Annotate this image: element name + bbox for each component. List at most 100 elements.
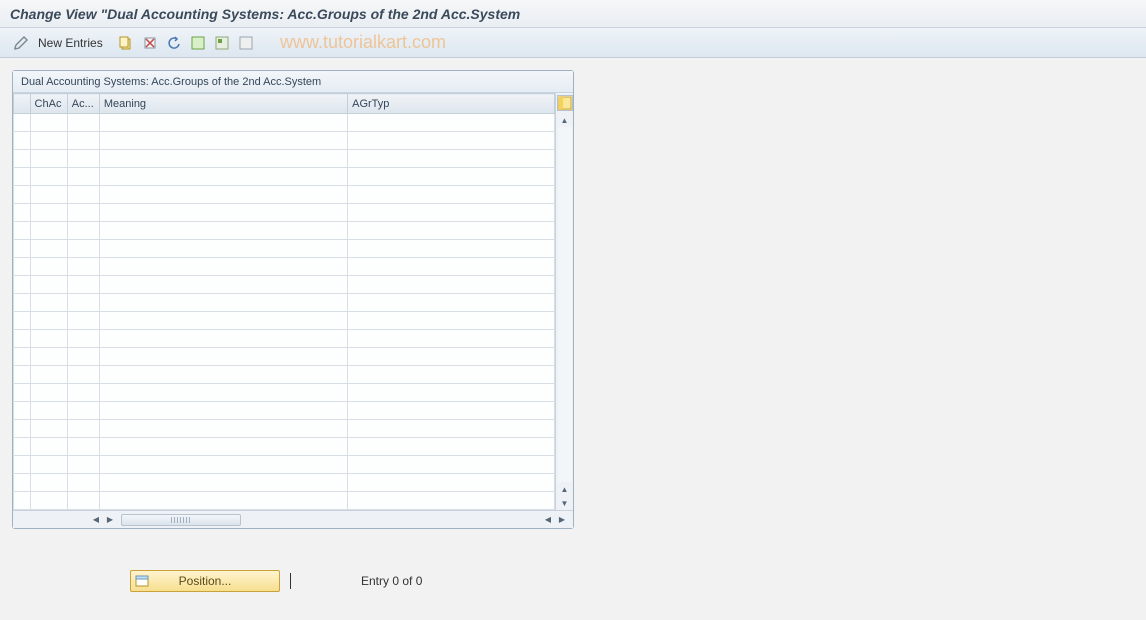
cell-agrtyp[interactable] [348,492,555,510]
cell-chac[interactable] [30,348,67,366]
row-selector[interactable] [14,114,31,132]
cell-chac[interactable] [30,294,67,312]
table-row[interactable] [14,348,555,366]
cell-meaning[interactable] [99,150,347,168]
cell-ac[interactable] [67,168,99,186]
table-row[interactable] [14,132,555,150]
cell-meaning[interactable] [99,402,347,420]
cell-ac[interactable] [67,204,99,222]
cell-meaning[interactable] [99,474,347,492]
cell-chac[interactable] [30,474,67,492]
scroll-track[interactable] [558,127,572,482]
cell-ac[interactable] [67,492,99,510]
table-row[interactable] [14,150,555,168]
table-row[interactable] [14,204,555,222]
cell-agrtyp[interactable] [348,240,555,258]
row-selector[interactable] [14,186,31,204]
cell-chac[interactable] [30,132,67,150]
cell-chac[interactable] [30,150,67,168]
cell-meaning[interactable] [99,420,347,438]
table-row[interactable] [14,438,555,456]
cell-agrtyp[interactable] [348,438,555,456]
cell-meaning[interactable] [99,492,347,510]
column-header-meaning[interactable]: Meaning [99,94,347,114]
row-selector[interactable] [14,420,31,438]
row-selector[interactable] [14,456,31,474]
scroll-right-icon[interactable]: ▶ [555,513,569,527]
cell-ac[interactable] [67,402,99,420]
cell-ac[interactable] [67,294,99,312]
cell-meaning[interactable] [99,132,347,150]
scroll-thumb[interactable] [121,514,241,526]
selection-icon[interactable] [213,34,231,52]
row-selector[interactable] [14,438,31,456]
horizontal-scrollbar[interactable]: ◀ ▶ ◀ ▶ [13,510,573,528]
cell-ac[interactable] [67,276,99,294]
cell-ac[interactable] [67,186,99,204]
cell-chac[interactable] [30,492,67,510]
row-selector[interactable] [14,492,31,510]
table-row[interactable] [14,114,555,132]
copy-icon[interactable] [117,34,135,52]
cell-meaning[interactable] [99,456,347,474]
cell-ac[interactable] [67,366,99,384]
cell-ac[interactable] [67,384,99,402]
table-row[interactable] [14,474,555,492]
cell-chac[interactable] [30,240,67,258]
cell-meaning[interactable] [99,294,347,312]
row-selector[interactable] [14,168,31,186]
vertical-scrollbar[interactable]: ▲ ▲ ▼ [555,93,573,510]
delete-icon[interactable] [141,34,159,52]
cell-meaning[interactable] [99,168,347,186]
pencil-icon[interactable] [12,34,30,52]
scroll-left-icon[interactable]: ◀ [89,513,103,527]
cell-meaning[interactable] [99,114,347,132]
row-selector[interactable] [14,312,31,330]
table-row[interactable] [14,330,555,348]
cell-chac[interactable] [30,312,67,330]
cell-chac[interactable] [30,204,67,222]
cell-meaning[interactable] [99,204,347,222]
cell-agrtyp[interactable] [348,294,555,312]
table-row[interactable] [14,294,555,312]
scroll-left-end-icon[interactable]: ◀ [541,513,555,527]
scroll-down-icon[interactable]: ▼ [558,496,572,510]
row-selector[interactable] [14,474,31,492]
cell-chac[interactable] [30,366,67,384]
cell-chac[interactable] [30,402,67,420]
cell-chac[interactable] [30,258,67,276]
cell-chac[interactable] [30,456,67,474]
row-selector[interactable] [14,294,31,312]
row-selector[interactable] [14,348,31,366]
cell-meaning[interactable] [99,222,347,240]
cell-agrtyp[interactable] [348,312,555,330]
cell-meaning[interactable] [99,240,347,258]
table-row[interactable] [14,276,555,294]
cell-agrtyp[interactable] [348,168,555,186]
cell-agrtyp[interactable] [348,258,555,276]
row-selector[interactable] [14,330,31,348]
table-row[interactable] [14,222,555,240]
cell-agrtyp[interactable] [348,330,555,348]
cell-chac[interactable] [30,330,67,348]
new-entries-button[interactable]: New Entries [36,36,111,50]
table-row[interactable] [14,168,555,186]
row-selector[interactable] [14,222,31,240]
row-selector[interactable] [14,384,31,402]
column-header-chac[interactable]: ChAc [30,94,67,114]
cell-ac[interactable] [67,330,99,348]
table-row[interactable] [14,312,555,330]
table-row[interactable] [14,420,555,438]
cell-chac[interactable] [30,420,67,438]
cell-ac[interactable] [67,222,99,240]
cell-agrtyp[interactable] [348,150,555,168]
cell-meaning[interactable] [99,366,347,384]
row-selector[interactable] [14,258,31,276]
cell-agrtyp[interactable] [348,456,555,474]
scroll-right-step-icon[interactable]: ▶ [103,513,117,527]
table-row[interactable] [14,384,555,402]
cell-meaning[interactable] [99,438,347,456]
cell-agrtyp[interactable] [348,222,555,240]
row-selector[interactable] [14,276,31,294]
row-selector[interactable] [14,132,31,150]
